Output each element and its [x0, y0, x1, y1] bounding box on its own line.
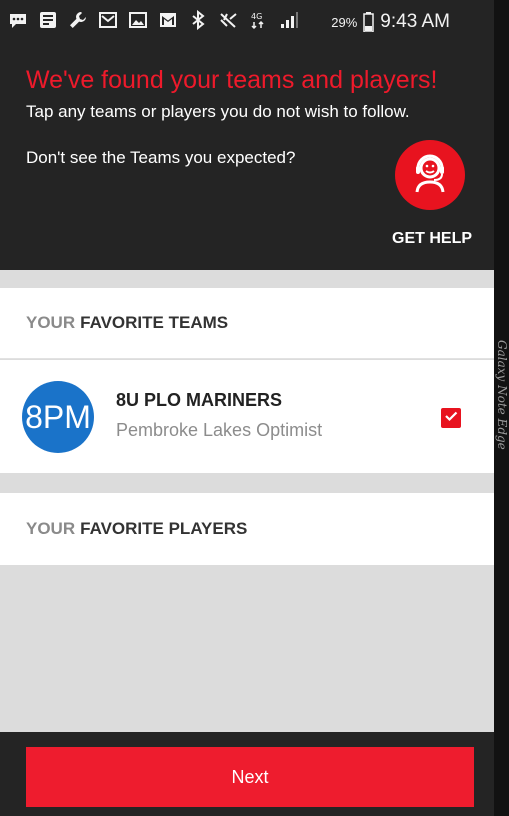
footer: Next [0, 732, 494, 816]
mute-icon [218, 10, 238, 30]
team-name: 8U PLO MARINERS [116, 390, 283, 410]
lte-icon: 4G [248, 10, 268, 30]
status-bar: 4G 29% 9:43 AM [0, 0, 494, 44]
team-org: Pembroke Lakes Optimist [116, 420, 323, 440]
page-subtitle: Tap any teams or players you do not wish… [26, 102, 410, 121]
section-prefix: YOUR [26, 519, 76, 538]
news-app-icon [38, 10, 58, 30]
page-title: We've found your teams and players! [26, 66, 438, 94]
section-prefix: YOUR [26, 313, 76, 332]
wrench-icon [68, 10, 88, 30]
clock: 9:43 AM [380, 11, 450, 32]
status-right: 29% 9:43 AM [331, 11, 450, 33]
app-screen: 4G 29% 9:43 AM We've found your teams an… [0, 0, 494, 816]
battery-icon [363, 12, 375, 32]
bluetooth-icon [188, 10, 208, 30]
section-title: FAVORITE TEAMS [80, 313, 229, 332]
battery-percent: 29% [331, 14, 358, 30]
messenger-icon [8, 10, 28, 30]
header: We've found your teams and players! Tap … [0, 44, 494, 270]
svg-text:4G: 4G [251, 12, 262, 21]
team-row[interactable]: 8PM 8U PLO MARINERS Pembroke Lakes Optim… [0, 360, 494, 473]
follow-checkbox[interactable] [441, 408, 461, 428]
help-prompt: Don't see the Teams you expected? [26, 148, 296, 167]
favorite-teams-header: YOUR FAVORITE TEAMS [0, 288, 494, 359]
get-help-label[interactable]: GET HELP [392, 230, 472, 248]
team-logo: 8PM [22, 381, 94, 453]
device-edge-label: Galaxy Note Edge [495, 340, 509, 450]
next-button[interactable]: Next [26, 747, 474, 807]
gmail-icon [158, 10, 178, 30]
favorite-players-header: YOUR FAVORITE PLAYERS [0, 493, 494, 565]
gallery-icon [128, 10, 148, 30]
support-agent-icon [407, 150, 453, 201]
section-title: FAVORITE PLAYERS [80, 519, 248, 538]
email-icon [98, 10, 118, 30]
content-area: YOUR FAVORITE TEAMS 8PM 8U PLO MARINERS … [0, 270, 494, 732]
notification-icons: 4G [8, 10, 298, 30]
get-help-button[interactable] [395, 140, 465, 210]
checkmark-icon [443, 408, 459, 429]
signal-icon [278, 10, 298, 30]
